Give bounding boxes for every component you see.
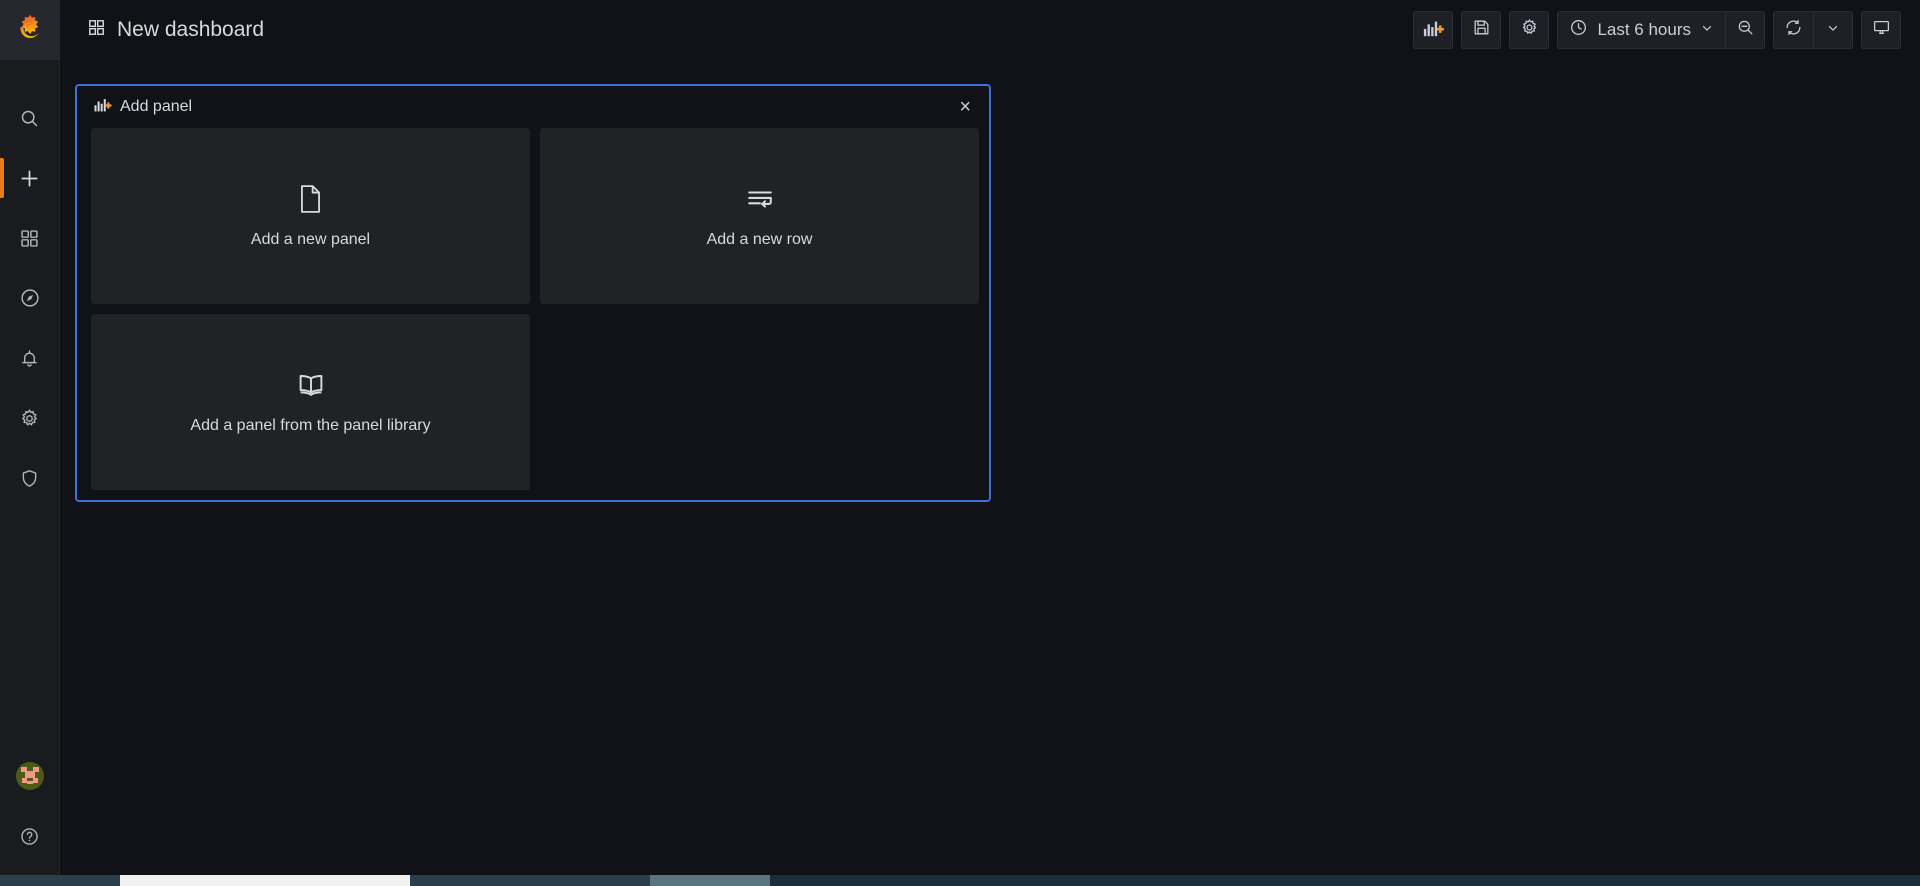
zoom-out-icon [1736, 18, 1755, 42]
add-new-panel-card[interactable]: Add a new panel [91, 128, 530, 304]
sidebar-item-profile[interactable] [0, 746, 60, 806]
row-lines-icon [746, 184, 774, 219]
sidebar-item-configuration[interactable] [0, 388, 60, 448]
compass-icon [19, 287, 41, 309]
refresh-interval-button[interactable] [1813, 11, 1853, 49]
refresh-group [1773, 11, 1853, 49]
clock-icon [1569, 18, 1588, 42]
sidebar-item-alerting[interactable] [0, 328, 60, 388]
shield-icon [19, 468, 40, 489]
gear-icon [19, 408, 40, 429]
question-circle-icon [19, 826, 40, 847]
sidebar-item-search[interactable] [0, 88, 60, 148]
save-disk-icon [1472, 18, 1491, 42]
open-book-icon [296, 370, 326, 405]
scrollbar-thumb[interactable] [120, 875, 410, 886]
dashboard-settings-button[interactable] [1509, 11, 1550, 49]
monitor-icon [1872, 18, 1891, 42]
sidebar-main-nav [0, 88, 60, 508]
sidebar-item-help[interactable] [0, 806, 60, 866]
scrollbar-track-mid [410, 875, 650, 886]
sidebar-item-admin[interactable] [0, 448, 60, 508]
scrollbar-track-highlight [650, 875, 770, 886]
time-controls-group: Last 6 hours [1557, 11, 1765, 49]
refresh-button[interactable] [1773, 11, 1813, 49]
scrollbar-track-left [0, 875, 120, 886]
page-title: New dashboard [117, 18, 265, 41]
add-panel-widget-body: Add a new panel Add a new row Add a pane… [77, 128, 989, 500]
zoom-out-button[interactable] [1725, 11, 1765, 49]
gear-icon [1520, 18, 1539, 42]
sidebar [0, 0, 60, 886]
save-dashboard-button[interactable] [1461, 11, 1502, 49]
sidebar-item-create[interactable] [0, 148, 60, 208]
plus-icon [18, 167, 41, 190]
add-new-row-card[interactable]: Add a new row [540, 128, 979, 304]
dashboard-grid-icon [87, 18, 106, 42]
add-from-library-card[interactable]: Add a panel from the panel library [91, 314, 530, 490]
refresh-icon [1784, 18, 1803, 42]
add-new-row-label: Add a new row [706, 230, 813, 248]
time-range-label: Last 6 hours [1597, 20, 1691, 39]
add-panel-widget-title-wrap: Add panel [93, 96, 192, 118]
add-panel-button[interactable] [1413, 11, 1454, 49]
add-from-library-label: Add a panel from the panel library [190, 416, 431, 434]
topbar: New dashboard Last 6 hours [60, 0, 1920, 60]
tv-mode-button[interactable] [1861, 11, 1901, 49]
grafana-logo-button[interactable] [0, 0, 60, 60]
chevron-down-icon [1700, 21, 1714, 40]
add-panel-widget-header: Add panel × [77, 86, 989, 128]
time-range-picker[interactable]: Last 6 hours [1557, 11, 1725, 49]
grafana-logo-icon [15, 13, 45, 48]
avatar[interactable] [15, 762, 44, 790]
breadcrumb[interactable]: New dashboard [87, 18, 264, 42]
scrollbar-track-right [770, 875, 1920, 886]
bar-chart-plus-icon [1422, 18, 1445, 43]
sidebar-item-dashboards[interactable] [0, 208, 60, 268]
horizontal-scrollbar[interactable] [0, 875, 1920, 886]
add-new-panel-label: Add a new panel [250, 230, 371, 248]
sidebar-bottom-nav [0, 746, 60, 886]
bar-chart-plus-icon [93, 96, 113, 118]
add-panel-widget-title: Add panel [120, 98, 193, 115]
search-icon [19, 108, 40, 129]
sidebar-item-explore[interactable] [0, 268, 60, 328]
close-icon[interactable]: × [955, 95, 975, 119]
add-panel-widget: Add panel × Add a new panel Add a new ro… [75, 84, 991, 502]
chevron-down-icon [1826, 21, 1840, 40]
bell-icon [19, 348, 40, 369]
apps-grid-icon [19, 228, 40, 249]
file-icon [297, 184, 324, 219]
empty-slot [540, 314, 979, 490]
topbar-actions: Last 6 hours [1413, 11, 1901, 49]
